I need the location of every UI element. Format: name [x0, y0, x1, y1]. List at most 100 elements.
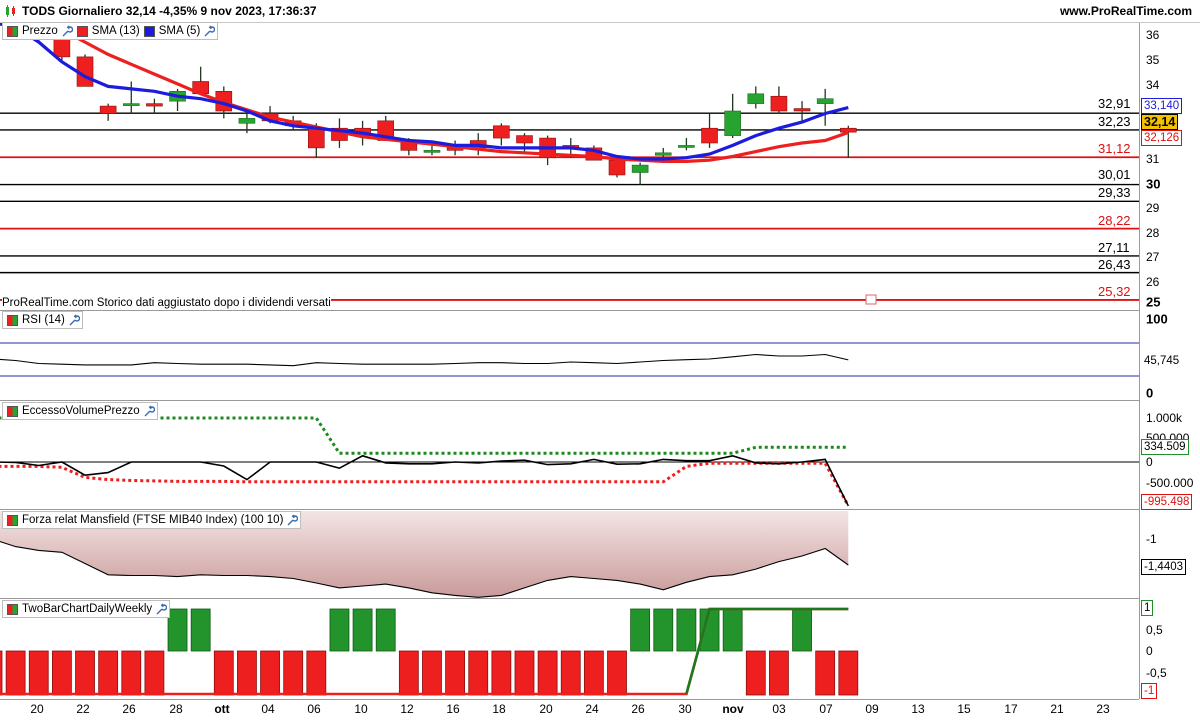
x-tick: ott	[214, 702, 230, 716]
volume-tick: 1.000k	[1146, 411, 1183, 425]
candle-body	[654, 152, 672, 156]
twobar-tick: 0,5	[1146, 623, 1163, 637]
twobar-down-bar	[28, 650, 49, 696]
chart-canvas[interactable]	[0, 0, 1200, 720]
legend-sma5-label: SMA (5)	[158, 25, 201, 37]
x-tick: 22	[76, 702, 90, 716]
candle-body	[308, 127, 325, 149]
x-tick: 13	[911, 702, 925, 716]
wrench-icon[interactable]	[67, 314, 80, 327]
wrench-icon[interactable]	[202, 25, 216, 38]
x-tick: 07	[819, 702, 833, 716]
twobar-down-bar	[260, 650, 280, 696]
twobar-up-bar	[167, 608, 188, 652]
level-label: 31,12	[1098, 141, 1131, 156]
mansfield-legend[interactable]: Forza relat Mansfield (FTSE MIB40 Index)…	[2, 511, 302, 529]
x-tick: 18	[492, 702, 506, 716]
x-tick: 12	[400, 702, 414, 716]
candle-body	[146, 103, 163, 107]
twobar-tick: -0,5	[1146, 666, 1167, 680]
twobar-up-bar	[630, 608, 651, 652]
x-tick: 21	[1050, 702, 1064, 716]
rsi-value-tag: 45,745	[1141, 353, 1183, 369]
x-tick: 26	[122, 702, 136, 716]
wrench-icon[interactable]	[285, 514, 299, 527]
volume-swatch	[7, 405, 18, 417]
twobar-down-bar	[144, 650, 165, 696]
x-tick: 24	[585, 702, 599, 716]
volume-upper-tag: 334.509	[1141, 439, 1189, 455]
x-tick: 16	[446, 702, 460, 716]
x-tick: 26	[631, 702, 645, 716]
mansfield-swatch	[7, 514, 18, 526]
event-marker-icon	[865, 294, 877, 305]
price-tick: 34	[1146, 78, 1160, 92]
twobar-down-bar	[491, 650, 512, 696]
twobar-down-bar	[306, 650, 327, 696]
level-label: 27,11	[1098, 240, 1130, 255]
twobar-down-bar	[838, 650, 859, 696]
candle-body	[840, 127, 857, 133]
twobar-down-bar	[5, 650, 26, 696]
candle-body	[701, 127, 718, 144]
wrench-icon[interactable]	[154, 603, 168, 616]
legend-twobar-label: TwoBarChartDailyWeekly	[22, 603, 153, 615]
x-tick: 23	[1096, 702, 1110, 716]
x-tick: 15	[957, 702, 971, 716]
twobar-down-bar	[583, 650, 604, 696]
rsi-tick: 100	[1146, 311, 1168, 327]
volume-legend[interactable]: EccessoVolumePrezzo	[2, 402, 158, 420]
twobar-swatch	[7, 603, 18, 615]
sma5-swatch	[143, 25, 155, 37]
twobar-down-bar	[745, 650, 766, 696]
volume-upper-band	[0, 416, 849, 455]
legend-sma13-label: SMA (13)	[91, 25, 140, 37]
candle-body	[423, 150, 441, 153]
twobar-legend[interactable]: TwoBarChartDailyWeekly	[2, 600, 171, 618]
x-tick: 09	[865, 702, 879, 716]
x-tick: 04	[261, 702, 275, 716]
twobar-down-bar	[769, 650, 789, 696]
volume-lower-band	[0, 461, 850, 507]
sma13-value-tag: 32,126	[1141, 130, 1183, 146]
twobar-down-bar	[283, 650, 304, 696]
twobar-up-bar	[329, 608, 350, 652]
twobar-up-bar	[653, 608, 674, 652]
legend-mansfield-label: Forza relat Mansfield (FTSE MIB40 Index)…	[22, 514, 284, 526]
candle-body	[0, 0, 1, 2]
price-legend[interactable]: Prezzo SMA (13) SMA (5)	[2, 22, 219, 40]
twobar-down-bar	[560, 650, 581, 696]
candle-body	[122, 103, 140, 106]
twobar-up-bar	[190, 608, 211, 652]
twobar-down-bar	[75, 650, 95, 696]
x-tick: 17	[1004, 702, 1018, 716]
legend-volume-label: EccessoVolumePrezzo	[22, 405, 140, 417]
price-tick: 30	[1146, 176, 1161, 192]
twobar-down-bar	[445, 650, 466, 696]
level-label: 32,91	[1098, 96, 1131, 111]
level-label: 25,32	[1098, 284, 1131, 299]
sma13-swatch	[76, 25, 88, 37]
mansfield-tick: -1	[1146, 532, 1157, 546]
candle-body	[8, 13, 24, 23]
candle-body	[747, 93, 765, 104]
wrench-icon[interactable]	[60, 25, 73, 38]
price-tick: 28	[1146, 226, 1160, 240]
rsi-swatch	[7, 314, 18, 326]
rsi-legend[interactable]: RSI (14)	[2, 311, 83, 329]
price-tick: 26	[1146, 275, 1160, 289]
twobar-up-bar	[352, 608, 373, 652]
twobar-down-bar	[514, 650, 535, 696]
price-tick: 36	[1146, 28, 1160, 42]
twobar-tick: 0	[1146, 644, 1153, 658]
level-label: 28,22	[1098, 213, 1131, 228]
twobar-tick: 1	[1141, 600, 1154, 616]
volume-lower-tag: -995.498	[1141, 494, 1193, 510]
twobar-down-bar	[213, 650, 234, 696]
twobar-down-bar	[237, 650, 257, 696]
mansfield-value-tag: -1,4403	[1141, 559, 1187, 575]
price-tick: 25	[1146, 294, 1161, 310]
legend-rsi-label: RSI (14)	[22, 314, 65, 326]
twobar-down-bar	[537, 650, 558, 696]
wrench-icon[interactable]	[142, 405, 155, 418]
